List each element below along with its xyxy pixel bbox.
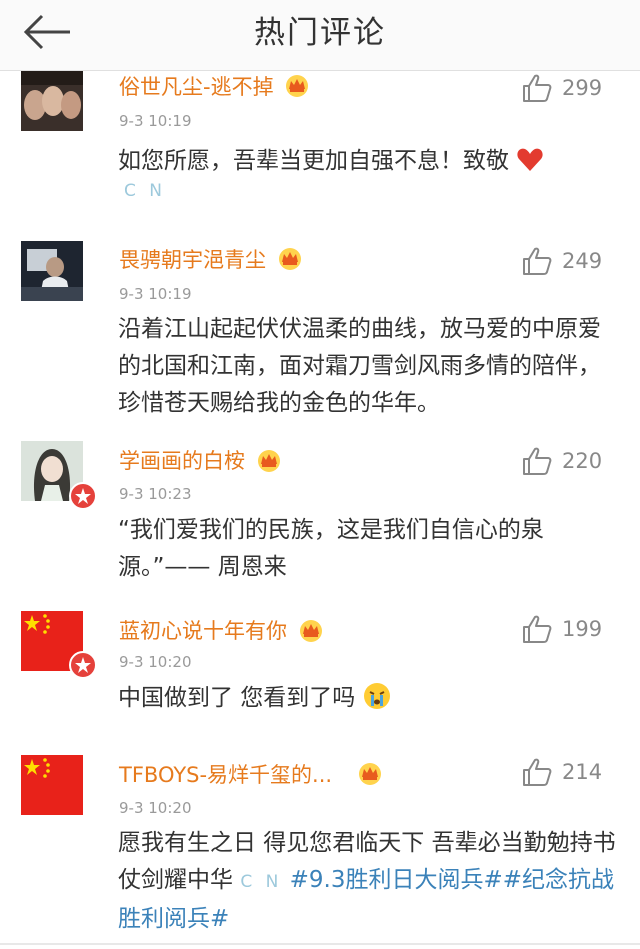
like-button[interactable]: 249 [522,247,618,277]
vip-crown-icon [286,75,308,97]
username[interactable]: 俗世凡尘-逃不掉 [119,71,274,101]
timestamp: 9-3 10:20 [119,653,192,671]
like-button[interactable]: 299 [522,74,618,104]
avatar[interactable] [21,71,83,131]
thumbs-up-icon [523,247,552,275]
comment-text: “我们爱我们的民族，这是我们自信心的泉源。”—— 周恩来 [118,517,544,580]
vip-crown-icon [258,450,280,472]
verified-badge [69,651,97,679]
cn-tag: C N [240,872,283,892]
comment-item: 蓝初心说十年有你 199 9-3 10:20 中国做到了 您看到了吗 [0,591,640,739]
avatar[interactable] [21,241,83,301]
comment-item: 学画画的白桉 220 9-3 10:23 “我们爱我们的民族，这是我们自信心的泉… [0,425,640,593]
comment-item: 俗世凡尘-逃不掉 299 9-3 10:19 如您所愿，吾辈当更加自强不息！致敬… [0,71,640,225]
top-bar: 热门评论 [0,0,640,71]
comment-text: 中国做到了 您看到了吗 [118,680,618,717]
like-count: 249 [562,249,603,273]
like-button[interactable]: 214 [522,758,618,788]
vip-crown-icon [300,620,322,642]
username[interactable]: 畏骋朝宇浥青尘 [119,244,266,274]
verified-badge [69,482,97,510]
like-count: 220 [562,449,603,473]
like-count: 199 [562,617,603,641]
comment-item: TFBOYS-易烊千玺的... 214 9-3 10:20 愿我有生之日 得见您… [0,737,640,945]
cn-tag: C N [124,181,166,201]
thumbs-up-icon [523,615,552,643]
comment-text: 愿我有生之日 得见您君临天下 吾辈必当勤勉持书仗剑耀中华 C N #9.3胜利日… [118,830,616,932]
timestamp: 9-3 10:23 [119,485,192,503]
username[interactable]: 蓝初心说十年有你 [119,615,287,645]
comment-item: 畏骋朝宇浥青尘 249 9-3 10:19 沿着江山起起伏伏温柔的曲线，放马爱的… [0,223,640,427]
thumbs-up-icon [523,74,552,102]
username[interactable]: 学画画的白桉 [119,445,245,475]
heart-icon [517,148,543,171]
comment-text: 沿着江山起起伏伏温柔的曲线，放马爱的中原爱的北国和江南，面对霜刀雪剑风雨多情的陪… [118,316,601,416]
username[interactable]: TFBOYS-易烊千玺的... [119,759,332,789]
vip-crown-icon [279,248,301,270]
thumbs-up-icon [523,758,552,786]
timestamp: 9-3 10:20 [119,799,192,817]
like-button[interactable]: 220 [522,447,618,477]
crying-face-icon [363,683,390,709]
timestamp: 9-3 10:19 [119,285,192,303]
like-count: 299 [562,76,603,100]
timestamp: 9-3 10:19 [119,112,192,130]
thumbs-up-icon [523,447,552,475]
comment-text: 如您所愿，吾辈当更加自强不息！致敬 C N [118,143,618,202]
like-count: 214 [562,760,603,784]
like-button[interactable]: 199 [522,615,618,645]
vip-crown-icon [359,763,381,785]
page-title: 热门评论 [254,15,386,51]
avatar[interactable] [21,755,83,815]
